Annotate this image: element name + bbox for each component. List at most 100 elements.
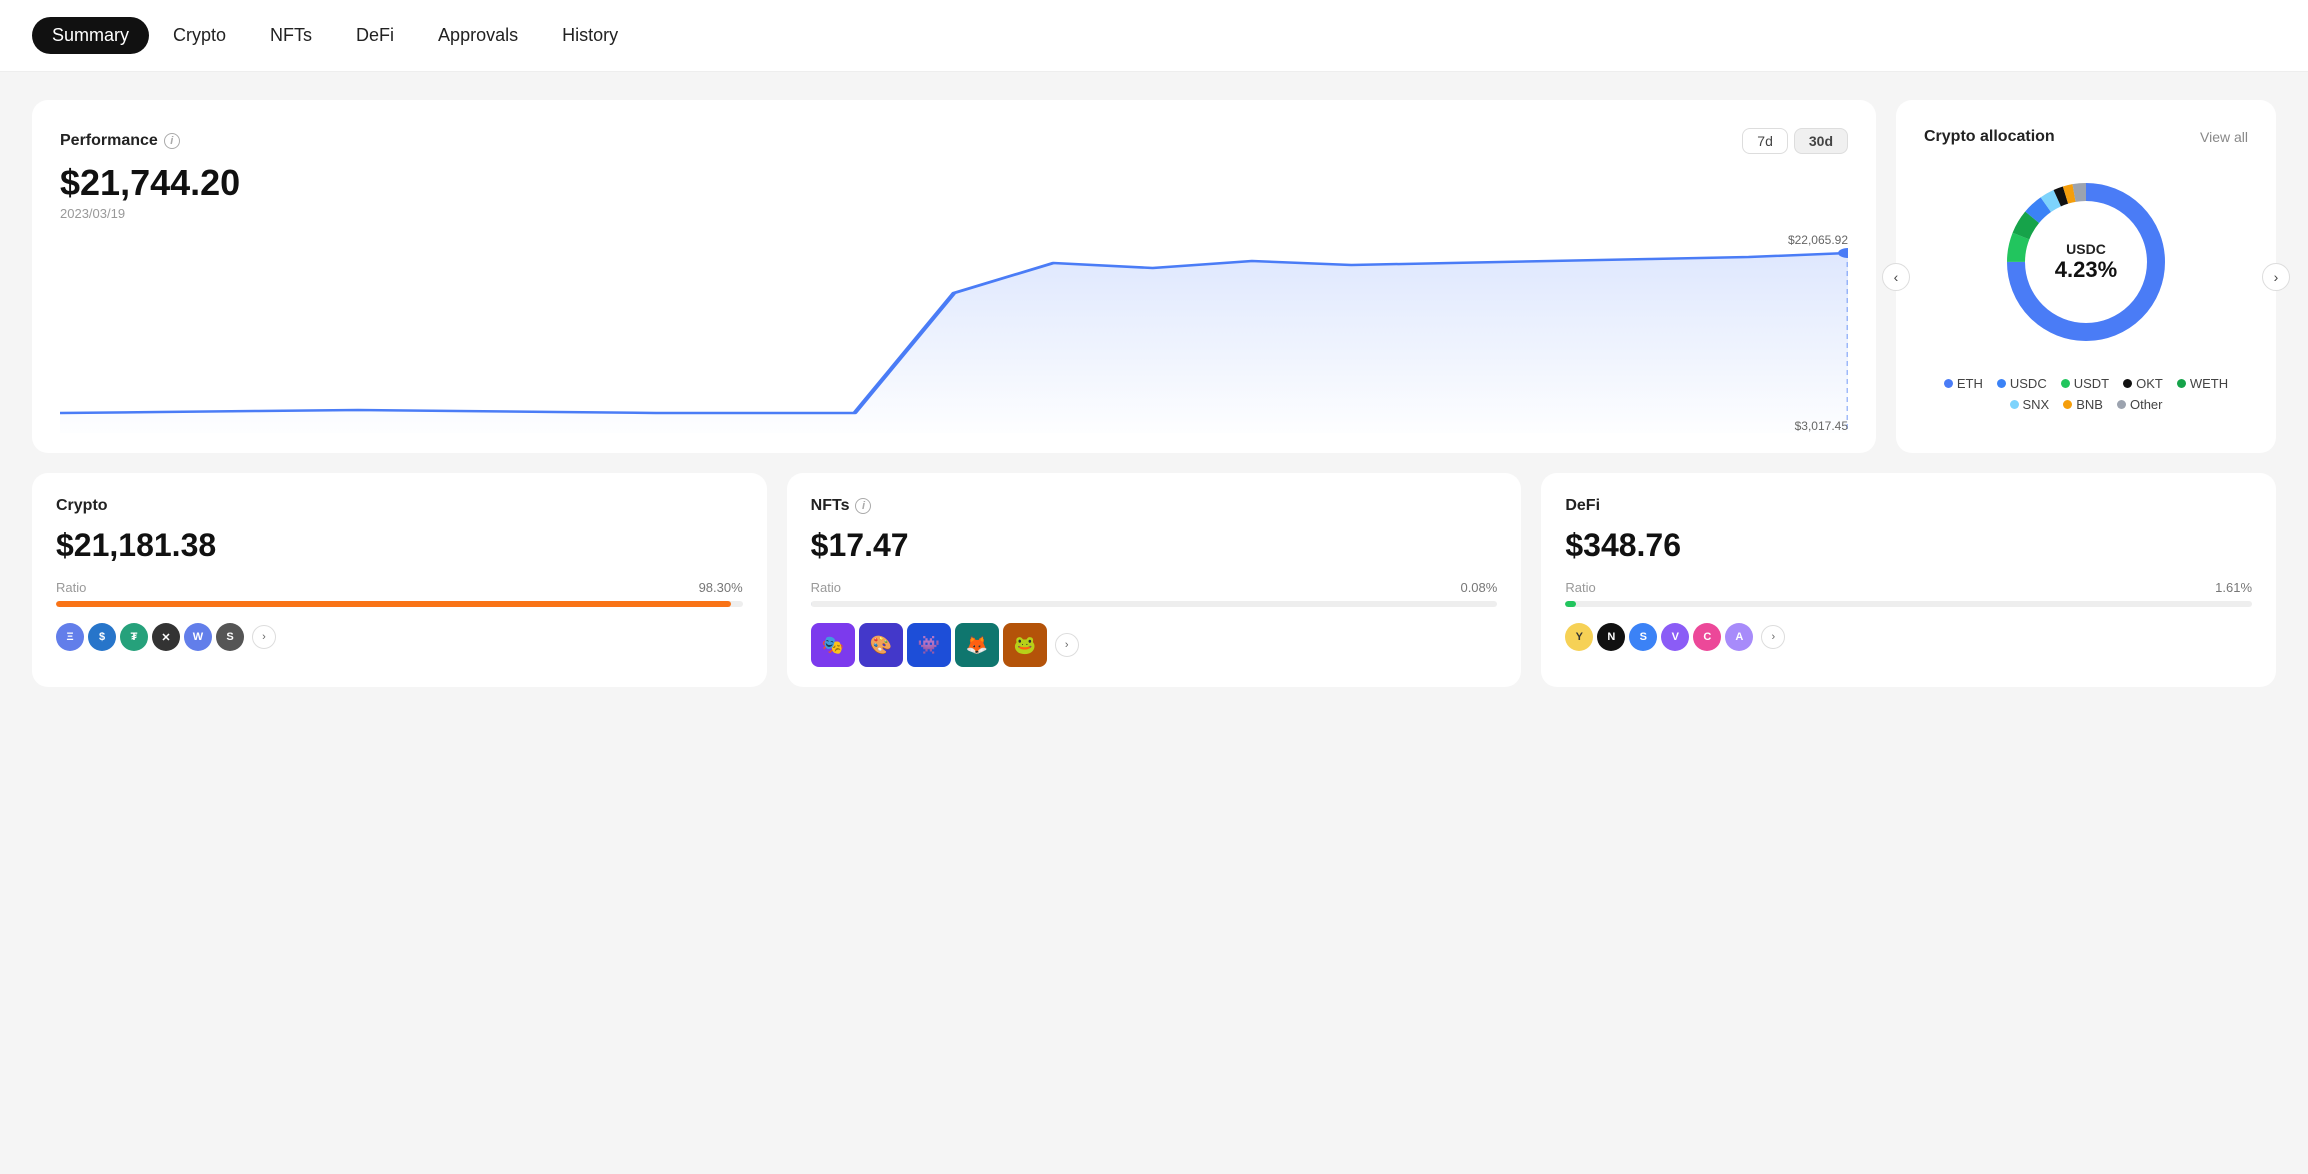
alloc-prev-arrow[interactable]: ‹ (1882, 263, 1910, 291)
crypto-ratio-pct: 98.30% (699, 580, 743, 595)
nfts-card-title: NFTs i (811, 497, 1498, 515)
defi-bar-fill (1565, 601, 1576, 607)
time-btn-7d[interactable]: 7d (1742, 128, 1788, 154)
top-row: Performance i 7d 30d $21,744.20 2023/03/… (32, 100, 2276, 453)
crypto-token-okt: ✕ (152, 623, 180, 651)
legend-label-bnb: BNB (2076, 397, 2103, 412)
defi-token-2: N (1597, 623, 1625, 651)
legend-dot-bnb (2063, 400, 2072, 409)
nft-thumb-1: 🎭 (811, 623, 855, 667)
defi-ratio-label: Ratio (1565, 580, 1595, 595)
performance-card: Performance i 7d 30d $21,744.20 2023/03/… (32, 100, 1876, 453)
crypto-card-title: Crypto (56, 497, 743, 515)
legend-item-usdc: USDC (1997, 376, 2047, 391)
nfts-icons-row: 🎭 🎨 👾 🦊 🐸 › (811, 623, 1498, 667)
crypto-token-eth: Ξ (56, 623, 84, 651)
defi-token-1: Y (1565, 623, 1593, 651)
nft-thumb-5: 🐸 (1003, 623, 1047, 667)
legend-item-bnb: BNB (2063, 397, 2103, 412)
defi-token-5: C (1693, 623, 1721, 651)
allocation-card: Crypto allocation View all ‹ › (1896, 100, 2276, 453)
legend-item-other: Other (2117, 397, 2163, 412)
defi-title-text: DeFi (1565, 497, 1600, 515)
legend-dot-other (2117, 400, 2126, 409)
legend-item-snx: SNX (2010, 397, 2050, 412)
donut-center-pct: 4.23% (2055, 257, 2117, 283)
defi-value: $348.76 (1565, 527, 2252, 564)
nft-thumb-3: 👾 (907, 623, 951, 667)
chart-label-high: $22,065.92 (1788, 233, 1848, 247)
alloc-header: Crypto allocation View all (1924, 128, 2248, 146)
crypto-icons-row: Ξ $ ₮ ✕ W S › (56, 623, 743, 651)
legend-dot-weth (2177, 379, 2186, 388)
donut-center-label: USDC (2055, 241, 2117, 257)
crypto-ratio-label: Ratio (56, 580, 86, 595)
time-btn-30d[interactable]: 30d (1794, 128, 1848, 154)
legend-label-snx: SNX (2023, 397, 2050, 412)
nav-item-nfts[interactable]: NFTs (250, 17, 332, 54)
chart-label-low: $3,017.45 (1795, 419, 1848, 433)
crypto-chevron-btn[interactable]: › (252, 625, 276, 649)
nfts-bar-fill (811, 601, 812, 607)
perf-info-icon[interactable]: i (164, 133, 180, 149)
nft-thumb-2: 🎨 (859, 623, 903, 667)
legend-label-usdt: USDT (2074, 376, 2109, 391)
crypto-bar-fill (56, 601, 731, 607)
perf-date: 2023/03/19 (60, 206, 1848, 221)
defi-token-4: V (1661, 623, 1689, 651)
legend-item-eth: ETH (1944, 376, 1983, 391)
donut-center: USDC 4.23% (2055, 241, 2117, 283)
alloc-legend: ETH USDC USDT OKT (1924, 376, 2248, 412)
legend-dot-snx (2010, 400, 2019, 409)
view-all-button[interactable]: View all (2200, 129, 2248, 145)
perf-title: Performance i (60, 132, 180, 150)
nav-item-summary[interactable]: Summary (32, 17, 149, 54)
nfts-card: NFTs i $17.47 Ratio 0.08% 🎭 🎨 👾 🦊 🐸 › (787, 473, 1522, 687)
nfts-ratio-label: Ratio (811, 580, 841, 595)
defi-bar-bg (1565, 601, 2252, 607)
legend-dot-okt (2123, 379, 2132, 388)
nfts-ratio-row: Ratio 0.08% (811, 580, 1498, 595)
nfts-value: $17.47 (811, 527, 1498, 564)
crypto-token-weth: W (184, 623, 212, 651)
crypto-ratio-row: Ratio 98.30% (56, 580, 743, 595)
perf-title-text: Performance (60, 132, 158, 150)
nfts-info-icon[interactable]: i (855, 498, 871, 514)
chart-area: $22,065.92 (60, 233, 1848, 433)
nav-item-crypto[interactable]: Crypto (153, 17, 246, 54)
legend-dot-eth (1944, 379, 1953, 388)
defi-ratio-row: Ratio 1.61% (1565, 580, 2252, 595)
legend-label-eth: ETH (1957, 376, 1983, 391)
crypto-card: Crypto $21,181.38 Ratio 98.30% Ξ $ ₮ ✕ W… (32, 473, 767, 687)
donut-wrapper: USDC 4.23% ETH USDC USDT (1924, 162, 2248, 412)
legend-label-weth: WETH (2190, 376, 2228, 391)
donut-container: USDC 4.23% (1996, 172, 2176, 352)
alloc-next-arrow[interactable]: › (2262, 263, 2290, 291)
defi-chevron-btn[interactable]: › (1761, 625, 1785, 649)
nft-thumb-4: 🦊 (955, 623, 999, 667)
crypto-token-usdc: $ (88, 623, 116, 651)
defi-token-6: A (1725, 623, 1753, 651)
defi-ratio-pct: 1.61% (2215, 580, 2252, 595)
crypto-title-text: Crypto (56, 497, 108, 515)
legend-item-weth: WETH (2177, 376, 2228, 391)
legend-item-okt: OKT (2123, 376, 2163, 391)
nfts-bar-bg (811, 601, 1498, 607)
chart-svg (60, 233, 1848, 433)
legend-label-okt: OKT (2136, 376, 2163, 391)
legend-label-other: Other (2130, 397, 2163, 412)
perf-value: $21,744.20 (60, 162, 1848, 204)
defi-card-title: DeFi (1565, 497, 2252, 515)
nfts-chevron-btn[interactable]: › (1055, 633, 1079, 657)
nav-item-history[interactable]: History (542, 17, 638, 54)
alloc-title: Crypto allocation (1924, 128, 2055, 146)
nav-item-approvals[interactable]: Approvals (418, 17, 538, 54)
crypto-value: $21,181.38 (56, 527, 743, 564)
legend-label-usdc: USDC (2010, 376, 2047, 391)
nfts-title-text: NFTs (811, 497, 850, 515)
crypto-token-snx: S (216, 623, 244, 651)
nav-item-defi[interactable]: DeFi (336, 17, 414, 54)
legend-item-usdt: USDT (2061, 376, 2109, 391)
defi-token-3: S (1629, 623, 1657, 651)
defi-icons-row: Y N S V C A › (1565, 623, 2252, 651)
